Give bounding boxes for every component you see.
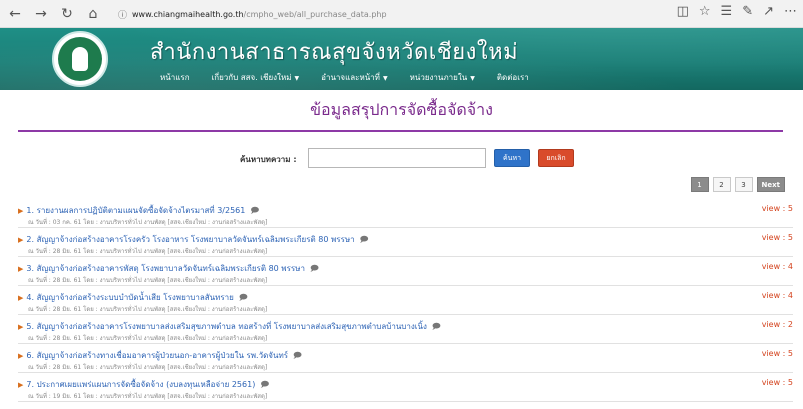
page-button[interactable]: 1 [690,177,709,192]
back-icon[interactable]: ← [4,3,26,25]
bullet-arrow-icon: ▶ [18,265,24,273]
item-meta: ณ วันที่ : 28 มิย. 61 โดย : งานบริหารทั่… [28,364,268,371]
caret-down-icon: ▼ [470,75,475,82]
view-count: view : 4 [761,291,793,300]
nav-item-label: หน้าแรก [160,73,190,82]
list-item: ▶ 2. สัญญาจ้างก่อสร้างอาคารโรงครัว โรงอาห… [18,228,793,257]
list-item: ▶ 5. สัญญาจ้างก่อสร้างอาคารโรงพยาบาลส่งเส… [18,315,793,344]
view-count: view : 5 [761,233,793,242]
page-button[interactable]: 2 [712,177,731,192]
item-title-text: 4. สัญญาจ้างก่อสร้างระบบบำบัดน้ำเสีย โรง… [26,293,234,302]
item-title-text: 6. สัญญาจ้างก่อสร้างทางเชื่อมอาคารผู้ป่ว… [26,351,289,360]
view-count: view : 5 [761,378,793,387]
item-title-text: 3. สัญญาจ้างก่อสร้างอาคารพัสดุ โรงพยาบาล… [26,264,305,273]
main-nav: หน้าแรก เกี่ยวกับ สสจ. เชียงใหม่ ▼ อำนาจและ… [160,71,529,84]
page-title: ข้อมูลสรุปการจัดซื้อจัดจ้าง [310,100,493,119]
list-item: ▶ 6. สัญญาจ้างก่อสร้างทางเชื่อมอาคารผู้ป่… [18,344,793,373]
item-title-text: 7. ประกาศเผยแพร่แผนการจัดซื้อจัดจ้าง (งบ… [26,380,256,389]
item-meta: ณ วันที่ : 19 มิย. 61 โดย : งานบริหารทั่… [28,393,268,400]
next-page-button[interactable]: Next [756,177,785,192]
item-title-text: 2. สัญญาจ้างก่อสร้างอาคารโรงครัว โรงอาหา… [26,235,355,244]
pen-icon[interactable]: ✎ [742,4,753,19]
item-meta: ณ วันที่ : 28 มิย. 61 โดย : งานบริหารทั่… [28,306,268,313]
cancel-button[interactable]: ยกเลิก [538,149,574,167]
more-icon[interactable]: ⋯ [784,4,797,19]
comment-bubble-icon: 🗩 [431,322,441,331]
browser-toolbar: ← → ↻ ⌂ ⓘ www.chiangmaihealth.go.th/cmph… [0,0,803,28]
info-icon: ⓘ [118,10,128,21]
site-banner: สำนักงานสาธารณสุขจังหวัดเชียงใหม่ หน้าแร… [0,28,803,90]
nav-item[interactable]: หน้าแรก [160,71,190,84]
nav-item-label: เกี่ยวกับ สสจ. เชียงใหม่ [211,73,292,82]
reading-view-icon[interactable]: ◫ [677,4,689,19]
item-title-text: 1. รายงานผลการปฏิบัติตามแผนจัดซื้อจัดจ้า… [26,206,246,215]
comment-bubble-icon: 🗩 [293,351,302,360]
nav-item[interactable]: เกี่ยวกับ สสจ. เชียงใหม่ ▼ [212,71,300,84]
url-path: /cmpho_web/all_purchase_data.php [243,9,387,19]
comment-bubble-icon: 🗩 [238,293,248,302]
bullet-arrow-icon: ▶ [18,352,24,360]
comment-bubble-icon: 🗩 [309,264,319,273]
view-count: view : 5 [761,204,793,213]
item-meta: ณ วันที่ : 28 มิย. 61 โดย : งานบริหารทั่… [28,277,268,284]
nav-item-label: หน่วยงานภายใน [409,73,468,82]
comment-bubble-icon: 🗩 [250,206,260,215]
home-icon[interactable]: ⌂ [82,3,104,25]
caret-down-icon: ▼ [382,75,388,82]
bullet-arrow-icon: ▶ [18,323,24,331]
item-meta: ณ วันที่ : 28 มิย. 61 โดย : งานบริหารทั่… [28,248,268,255]
favorite-star-icon[interactable]: ☆ [699,4,711,19]
list-item: ▶ 1. รายงานผลการปฏิบัติตามแผนจัดซื้อจัดจ้… [18,199,793,228]
bullet-arrow-icon: ▶ [18,294,24,302]
list-item: ▶ 7. ประกาศเผยแพร่แผนการจัดซื้อจัดจ้าง (ง… [18,373,793,402]
search-label: ค้นหาบทความ : [240,155,297,164]
view-count: view : 5 [761,349,793,358]
bullet-arrow-icon: ▶ [18,381,24,389]
item-title-text: 5. สัญญาจ้างก่อสร้างอาคารโรงพยาบาลส่งเสร… [26,322,427,331]
list-item: ▶ 3. สัญญาจ้างก่อสร้างอาคารพัสดุ โรงพยาบา… [18,257,793,286]
bullet-arrow-icon: ▶ [18,207,24,215]
comment-bubble-icon: 🗩 [359,235,369,244]
search-input[interactable] [308,148,486,168]
forward-icon[interactable]: → [30,3,52,25]
search-button[interactable]: ค้นหา [494,149,530,167]
nav-item[interactable]: หน่วยงานภายใน ▼ [410,71,475,84]
ministry-logo[interactable] [52,31,108,87]
view-count: view : 4 [761,262,793,271]
view-count: view : 2 [761,320,793,329]
purchase-list: ▶ 1. รายงานผลการปฏิบัติตามแผนจัดซื้อจัดจ้… [18,199,793,402]
list-item: ▶ 4. สัญญาจ้างก่อสร้างระบบบำบัดน้ำเสีย โร… [18,286,793,315]
nav-item[interactable]: อำนาจและหน้าที่ ▼ [321,71,387,84]
favorites-list-icon[interactable]: ☰ [721,4,733,19]
site-title: สำนักงานสาธารณสุขจังหวัดเชียงใหม่ [150,40,519,65]
bullet-arrow-icon: ▶ [18,236,24,244]
caret-down-icon: ▼ [294,75,300,82]
share-icon[interactable]: ↗ [763,4,774,19]
item-meta: ณ วันที่ : 03 กค. 61 โดย : งานบริหารทั่ว… [28,219,268,226]
heading-divider [18,130,783,132]
nav-item-label: อำนาจและหน้าที่ [321,73,380,82]
reload-icon[interactable]: ↻ [56,3,78,25]
nav-item[interactable]: ติดต่อเรา [497,71,529,84]
url-domain: www.chiangmaihealth.go.th [132,9,244,19]
page-button[interactable]: 3 [734,177,753,192]
pagination: 1 2 3 Next [690,177,785,192]
address-bar[interactable]: ⓘ www.chiangmaihealth.go.th/cmpho_web/al… [118,4,678,24]
nav-item-label: ติดต่อเรา [496,73,529,82]
item-meta: ณ วันที่ : 28 มิย. 61 โดย : งานบริหารทั่… [28,335,268,342]
comment-bubble-icon: 🗩 [260,380,270,389]
